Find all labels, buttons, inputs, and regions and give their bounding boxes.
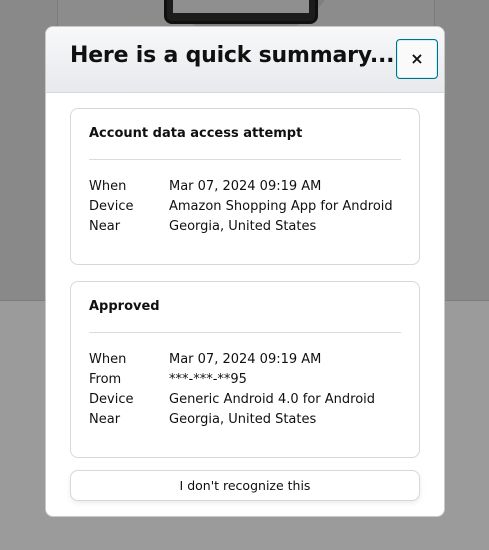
detail-row-device: Device Amazon Shopping App for Android: [89, 196, 409, 216]
detail-row-when: When Mar 07, 2024 09:19 AM: [89, 349, 409, 369]
approved-heading: Approved: [89, 299, 160, 314]
detail-value: Georgia, United States: [169, 218, 317, 234]
card-divider: [89, 332, 401, 333]
detail-value: Mar 07, 2024 09:19 AM: [169, 178, 322, 194]
detail-label: Near: [89, 218, 121, 234]
detail-row-near: Near Georgia, United States: [89, 409, 409, 429]
detail-value: Mar 07, 2024 09:19 AM: [169, 351, 322, 367]
detail-label: Near: [89, 411, 121, 427]
detail-value: Georgia, United States: [169, 411, 317, 427]
access-attempt-heading: Account data access attempt: [89, 126, 303, 141]
detail-row-near: Near Georgia, United States: [89, 216, 409, 236]
modal-title: Here is a quick summary...: [70, 43, 395, 68]
approved-details: When Mar 07, 2024 09:19 AM From ***-***-…: [89, 349, 409, 429]
modal-header: Here is a quick summary... ×: [46, 27, 444, 93]
summary-modal: Here is a quick summary... × Account dat…: [45, 26, 445, 517]
dont-recognize-button[interactable]: I don't recognize this: [70, 470, 420, 501]
approved-card: Approved When Mar 07, 2024 09:19 AM From…: [70, 281, 420, 458]
detail-label: When: [89, 178, 127, 194]
detail-row-when: When Mar 07, 2024 09:19 AM: [89, 176, 409, 196]
modal-body: Account data access attempt When Mar 07,…: [46, 93, 444, 516]
background-device-screen: [173, 0, 309, 13]
detail-label: From: [89, 371, 122, 387]
detail-row-device: Device Generic Android 4.0 for Android: [89, 389, 409, 409]
detail-label: When: [89, 351, 127, 367]
close-button[interactable]: ×: [396, 39, 438, 79]
detail-row-from: From ***-***-**95: [89, 369, 409, 389]
detail-label: Device: [89, 198, 134, 214]
detail-value: ***-***-**95: [169, 371, 247, 387]
access-attempt-details: When Mar 07, 2024 09:19 AM Device Amazon…: [89, 176, 409, 236]
detail-value: Amazon Shopping App for Android: [169, 198, 393, 214]
detail-label: Device: [89, 391, 134, 407]
background-device-illustration: [164, 0, 318, 24]
detail-value: Generic Android 4.0 for Android: [169, 391, 376, 407]
close-icon: ×: [410, 49, 424, 68]
card-divider: [89, 159, 401, 160]
access-attempt-card: Account data access attempt When Mar 07,…: [70, 108, 420, 265]
